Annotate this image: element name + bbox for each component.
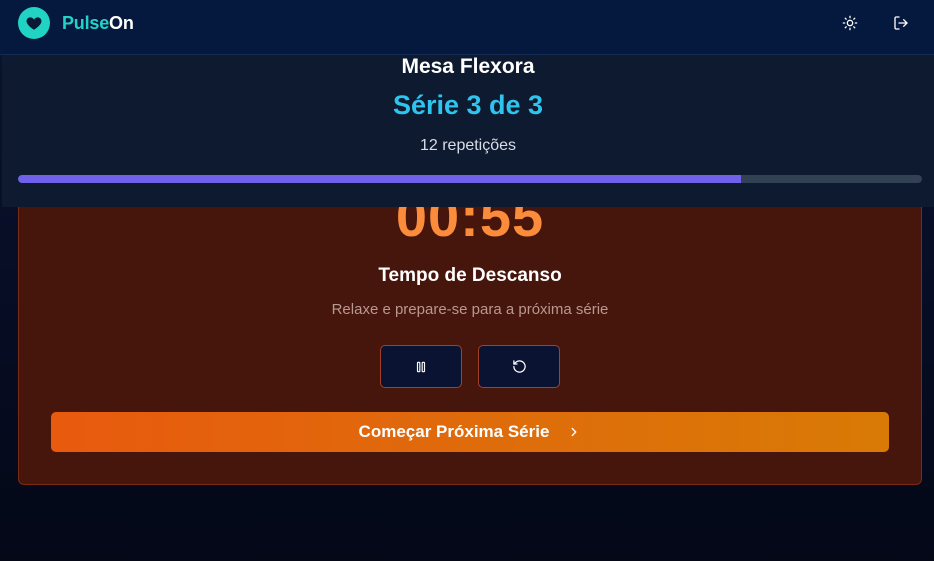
sun-icon bbox=[842, 15, 858, 31]
chevron-right-icon bbox=[567, 425, 581, 439]
pause-icon bbox=[416, 361, 426, 372]
next-series-label: Começar Próxima Série bbox=[358, 422, 550, 441]
repetitions-label: 12 repetições bbox=[419, 137, 517, 154]
logo[interactable] bbox=[18, 7, 50, 39]
series-indicator: Série 3 de 3 bbox=[392, 90, 544, 120]
theme-toggle-button[interactable] bbox=[837, 10, 863, 36]
top-navbar: PulseOn bbox=[0, 0, 934, 55]
workout-progress-bar bbox=[18, 175, 922, 183]
exercise-header: Mesa Flexora Série 3 de 3 12 repetições bbox=[2, 55, 934, 207]
reset-button[interactable] bbox=[478, 345, 560, 388]
brand-name-part2: On bbox=[109, 13, 134, 33]
next-series-button[interactable]: Começar Próxima Série bbox=[51, 412, 889, 452]
exercise-name: Mesa Flexora bbox=[401, 55, 535, 78]
rest-subtitle: Relaxe e prepare-se para a próxima série bbox=[331, 301, 609, 318]
rest-title: Tempo de Descanso bbox=[378, 265, 562, 286]
pause-button[interactable] bbox=[380, 345, 462, 388]
workout-progress-fill bbox=[18, 175, 742, 183]
rest-card: 00:55 Tempo de Descanso Relaxe e prepare… bbox=[18, 195, 922, 485]
logout-button[interactable] bbox=[888, 10, 914, 36]
logout-icon bbox=[894, 16, 908, 30]
brand-name[interactable]: PulseOn bbox=[62, 13, 134, 34]
brand-name-part1: Pulse bbox=[62, 13, 110, 33]
heart-icon bbox=[26, 17, 42, 30]
reset-icon bbox=[512, 360, 526, 373]
